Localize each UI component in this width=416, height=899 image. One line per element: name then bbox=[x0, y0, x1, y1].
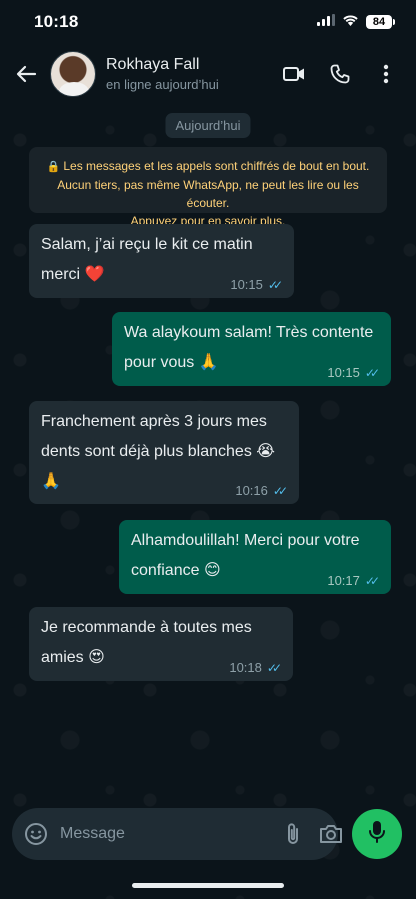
avatar[interactable] bbox=[50, 51, 96, 97]
contact-status: en ligne aujourd’hui bbox=[106, 77, 219, 92]
mic-button[interactable] bbox=[352, 809, 402, 859]
attach-icon[interactable] bbox=[285, 821, 301, 847]
encryption-notice[interactable]: 🔒 Les messages et les appels sont chiffré… bbox=[29, 147, 387, 228]
back-arrow-icon[interactable] bbox=[12, 60, 40, 88]
status-bar: 10:18 84 bbox=[0, 0, 416, 44]
message-meta: 10:15 ✓✓ bbox=[230, 277, 283, 293]
message-meta: 10:17 ✓✓ bbox=[327, 573, 380, 589]
video-call-icon[interactable] bbox=[282, 62, 306, 86]
read-ticks-icon: ✓✓ bbox=[272, 484, 288, 498]
message-time: 10:15 bbox=[230, 277, 263, 292]
date-chip: Aujourd’hui bbox=[165, 113, 251, 138]
more-vert-icon[interactable] bbox=[374, 62, 398, 86]
message-text-line: Salam, j’ai reçu le kit ce matin bbox=[41, 236, 253, 253]
message-text-line: Wa alaykoum salam! Très contente bbox=[124, 324, 374, 341]
message-bubble-outgoing[interactable]: Wa alaykoum salam! Très contente pour vo… bbox=[112, 312, 391, 386]
message-time: 10:17 bbox=[327, 573, 360, 588]
contact-info[interactable]: Rokhaya Fall en ligne aujourd’hui bbox=[106, 56, 282, 92]
message-bubble-incoming[interactable]: Franchement après 3 jours mes dents sont… bbox=[29, 401, 299, 504]
read-ticks-icon: ✓✓ bbox=[266, 661, 282, 675]
message-text-line: Franchement après 3 jours mes bbox=[41, 413, 267, 430]
message-time: 10:18 bbox=[229, 660, 262, 675]
message-meta: 10:15 ✓✓ bbox=[327, 365, 380, 381]
message-bubble-outgoing[interactable]: Alhamdoulillah! Merci pour votre confian… bbox=[119, 520, 391, 594]
read-ticks-icon: ✓✓ bbox=[364, 366, 380, 380]
signal-icon bbox=[317, 13, 335, 31]
message-text-line: Alhamdoulillah! Merci pour votre bbox=[131, 532, 360, 549]
phone-icon[interactable] bbox=[328, 62, 352, 86]
message-bubble-incoming[interactable]: Je recommande à toutes mes amies 😍 10:18… bbox=[29, 607, 293, 681]
chat-header: Rokhaya Fall en ligne aujourd’hui bbox=[0, 44, 416, 104]
header-actions bbox=[282, 62, 398, 86]
message-input[interactable] bbox=[60, 814, 267, 854]
encryption-line-1: 🔒 Les messages et les appels sont chiffré… bbox=[46, 159, 370, 173]
emoji-icon[interactable] bbox=[24, 821, 48, 847]
message-bubble-incoming[interactable]: Salam, j’ai reçu le kit ce matin merci ❤… bbox=[29, 224, 294, 298]
status-indicators: 84 bbox=[317, 13, 395, 31]
camera-icon[interactable] bbox=[319, 821, 343, 847]
battery-icon: 84 bbox=[366, 15, 395, 29]
encryption-line-2: Aucun tiers, pas même WhatsApp, ne peut … bbox=[57, 178, 359, 210]
message-composer bbox=[12, 808, 342, 860]
lock-icon: 🔒 bbox=[46, 161, 61, 173]
message-time: 10:16 bbox=[235, 483, 268, 498]
message-text-line: dents sont déjà plus blanches 😭 bbox=[41, 443, 275, 460]
contact-name: Rokhaya Fall bbox=[106, 56, 200, 73]
home-indicator bbox=[132, 883, 284, 888]
message-text-line: Je recommande à toutes mes bbox=[41, 619, 252, 636]
message-time: 10:15 bbox=[327, 365, 360, 380]
read-ticks-icon: ✓✓ bbox=[267, 278, 283, 292]
read-ticks-icon: ✓✓ bbox=[364, 574, 380, 588]
wifi-icon bbox=[342, 13, 359, 31]
message-meta: 10:16 ✓✓ bbox=[235, 483, 288, 499]
mic-icon bbox=[368, 820, 386, 849]
status-time: 10:18 bbox=[34, 12, 79, 31]
message-meta: 10:18 ✓✓ bbox=[229, 660, 282, 676]
